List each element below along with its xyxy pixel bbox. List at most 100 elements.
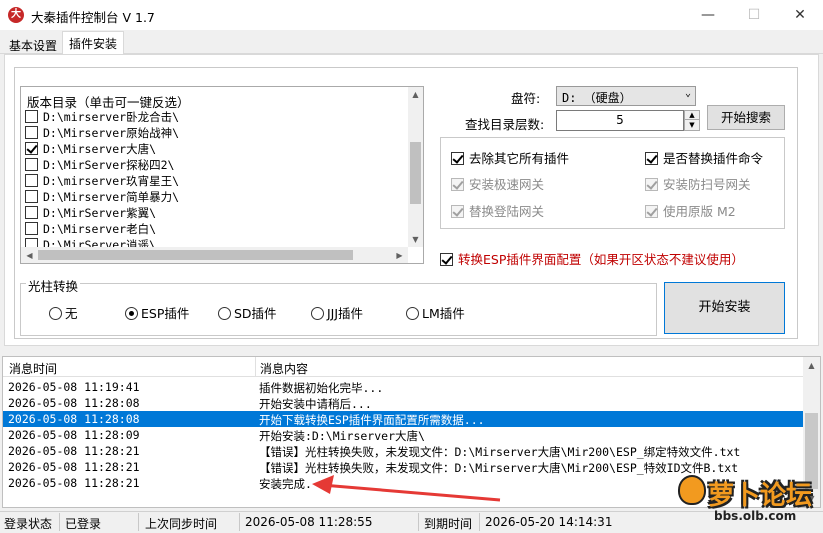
option-label: 替换登陆网关	[469, 204, 545, 219]
log-row[interactable]: 2026-05-08 11:19:41 插件数据初始化完毕...	[3, 379, 803, 395]
beam-convert-title: 光柱转换	[26, 276, 81, 295]
log-time: 2026-05-08 11:19:41	[8, 380, 140, 394]
beam-radio-option[interactable]: 无	[49, 303, 78, 322]
log-row[interactable]: 2026-05-08 11:28:08 开始安装中请稍后...	[3, 395, 803, 411]
option-checkbox[interactable]: 去除其它所有插件	[451, 148, 569, 167]
forum-watermark: 萝卜论坛 bbs.olb.com	[676, 475, 814, 525]
horizontal-scroll-thumb[interactable]	[38, 250, 353, 260]
option-label: 安装极速网关	[469, 177, 545, 192]
option-checkbox: 安装极速网关	[451, 174, 544, 193]
checkbox-icon	[645, 178, 658, 191]
directory-item-label: D:\MirServer探秘四2\	[43, 158, 175, 172]
log-message: 插件数据初始化完毕...	[259, 381, 384, 395]
log-time: 2026-05-08 11:28:21	[8, 476, 140, 490]
log-time: 2026-05-08 11:28:08	[8, 412, 140, 426]
scroll-down-icon[interactable]: ▼	[408, 232, 423, 247]
esp-convert-checkbox[interactable]: 转换ESP插件界面配置（如果开区状态不建议使用）	[440, 249, 744, 268]
directory-item-label: D:\mirserver玖宵星王\	[43, 174, 180, 188]
directory-item[interactable]: D:\MirServer紫翼\	[25, 205, 156, 221]
log-message: 开始安装:D:\Mirserver大唐\	[259, 429, 425, 443]
esp-convert-label: 转换ESP插件界面配置（如果开区状态不建议使用）	[458, 252, 744, 267]
close-button[interactable]: ✕	[777, 0, 823, 30]
directory-item-label: D:\mirserver卧龙合击\	[43, 110, 180, 124]
tab-plugin-install[interactable]: 插件安装	[62, 31, 125, 55]
app-logo-icon: 大	[8, 7, 24, 23]
scroll-up-icon[interactable]: ▲	[804, 358, 819, 373]
directory-item-label: D:\MirServer紫翼\	[43, 206, 157, 220]
directory-item[interactable]: D:\Mirserver大唐\	[25, 141, 156, 157]
radio-icon	[218, 307, 231, 320]
checkbox-icon[interactable]	[25, 110, 38, 123]
depth-input[interactable]: 5	[556, 110, 684, 131]
beam-radio-option[interactable]: LM插件	[406, 303, 465, 322]
directory-item-label: D:\Mirserver大唐\	[43, 142, 157, 156]
start-search-button[interactable]: 开始搜索	[707, 105, 785, 130]
checkbox-icon[interactable]	[25, 126, 38, 139]
option-label: 安装防扫号网关	[663, 177, 751, 192]
directory-listbox[interactable]: 版本目录（单击可一键反选） D:\mirserver卧龙合击\ D:\Mirser…	[20, 86, 424, 264]
log-message: 【错误】光柱转换失败，未发现文件：D:\Mirserver大唐\Mir200\E…	[259, 445, 741, 459]
directory-item[interactable]: D:\mirserver玖宵星王\	[25, 173, 179, 189]
beam-radio-option[interactable]: ESP插件	[125, 303, 189, 322]
spin-down-icon[interactable]: ▼	[685, 121, 699, 130]
option-label: 是否替换插件命令	[663, 151, 764, 166]
directory-item-label: D:\Mirserver原始战神\	[43, 126, 180, 140]
beam-radio-option[interactable]: SD插件	[218, 303, 277, 322]
status-divider	[138, 513, 139, 531]
log-message: 开始下载转换ESP插件界面配置所需数据...	[259, 413, 485, 427]
beam-option-label: 无	[65, 306, 78, 321]
directory-item-label: D:\Mirserver简单暴力\	[43, 190, 180, 204]
depth-spinner[interactable]: ▲ ▼	[684, 110, 700, 131]
annotation-arrow	[312, 475, 501, 502]
status-divider	[59, 513, 60, 531]
checkbox-icon[interactable]	[25, 142, 38, 155]
tab-basic-settings[interactable]: 基本设置	[2, 33, 64, 54]
directory-item[interactable]: D:\mirserver卧龙合击\	[25, 109, 179, 125]
column-message[interactable]: 消息内容	[260, 360, 308, 377]
option-label: 使用原版 M2	[663, 204, 736, 219]
scroll-right-icon[interactable]: ▶	[392, 248, 407, 263]
scroll-left-icon[interactable]: ◀	[22, 248, 37, 263]
beam-option-label: LM插件	[422, 306, 465, 321]
option-checkbox[interactable]: 是否替换插件命令	[645, 148, 763, 167]
last-sync-label: 上次同步时间	[145, 517, 218, 531]
depth-label: 查找目录层数:	[465, 117, 545, 132]
watermark-text: 萝卜论坛	[708, 481, 813, 511]
radio-icon	[311, 307, 324, 320]
log-time: 2026-05-08 11:28:21	[8, 460, 140, 474]
status-divider	[239, 513, 240, 531]
directory-item[interactable]: D:\Mirserver老白\	[25, 221, 156, 237]
log-time: 2026-05-08 11:28:08	[8, 396, 140, 410]
log-row[interactable]: 2026-05-08 11:28:09 开始安装:D:\Mirserver大唐\	[3, 427, 803, 443]
column-time[interactable]: 消息时间	[9, 360, 57, 377]
minimize-button[interactable]: —	[685, 0, 731, 30]
column-divider	[255, 357, 256, 377]
log-row[interactable]: 2026-05-08 11:28:21 【错误】光柱转换失败，未发现文件：D:\M…	[3, 443, 803, 459]
drive-label: 盘符:	[511, 91, 541, 106]
checkbox-icon[interactable]	[25, 158, 38, 171]
log-row[interactable]: 2026-05-08 11:28:08 开始下载转换ESP插件界面配置所需数据..…	[3, 411, 803, 427]
option-checkbox: 安装防扫号网关	[645, 174, 751, 193]
scroll-up-icon[interactable]: ▲	[408, 87, 423, 102]
checkbox-icon[interactable]	[25, 206, 38, 219]
drive-select-value: D: （硬盘）	[562, 91, 632, 105]
drive-select[interactable]: D: （硬盘） ⌄	[556, 86, 696, 106]
directory-item[interactable]: D:\Mirserver原始战神\	[25, 125, 179, 141]
checkbox-icon[interactable]	[25, 190, 38, 203]
spin-up-icon[interactable]: ▲	[685, 111, 699, 120]
log-time: 2026-05-08 11:28:09	[8, 428, 140, 442]
start-install-button[interactable]: 开始安装	[664, 282, 785, 334]
beam-radio-option[interactable]: JJJ插件	[311, 303, 363, 322]
option-checkbox: 使用原版 M2	[645, 201, 736, 220]
status-divider	[418, 513, 419, 531]
directory-item[interactable]: D:\Mirserver简单暴力\	[25, 189, 179, 205]
vertical-scroll-thumb[interactable]	[410, 142, 421, 204]
checkbox-icon[interactable]	[25, 222, 38, 235]
option-checkbox: 替换登陆网关	[451, 201, 544, 220]
maximize-button[interactable]: ☐	[731, 0, 777, 30]
beam-option-label: ESP插件	[141, 306, 190, 321]
log-header: 消息时间 消息内容	[3, 357, 803, 377]
checkbox-icon[interactable]	[25, 174, 38, 187]
radio-icon	[406, 307, 419, 320]
directory-item[interactable]: D:\MirServer探秘四2\	[25, 157, 174, 173]
